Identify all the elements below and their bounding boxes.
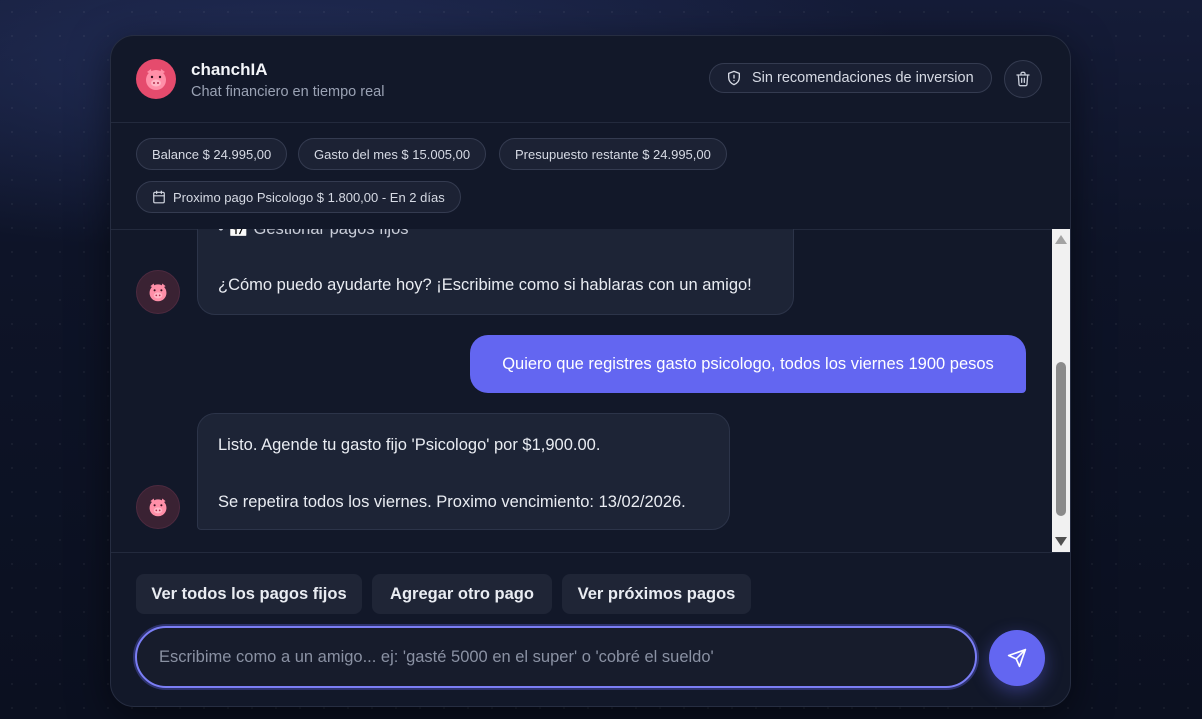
disclaimer-text: Sin recomendaciones de inversion [752, 70, 974, 86]
stats-bar: Balance $ 24.995,00 Gasto del mes $ 15.0… [111, 123, 1070, 230]
bot-avatar [136, 270, 180, 314]
message-text: • 📅 Gestionar pagos fijos [218, 229, 409, 238]
message-text: Quiero que registres gasto psicologo, to… [502, 354, 994, 373]
chat-scrollbar[interactable] [1052, 229, 1070, 552]
send-button[interactable] [989, 630, 1045, 686]
quick-reply-view-all-button[interactable]: Ver todos los pagos fijos [136, 574, 362, 614]
calendar-icon [152, 190, 166, 204]
bot-avatar [136, 485, 180, 529]
chat-header: chanchIA Chat financiero en tiempo real … [111, 36, 1070, 123]
balance-chip: Balance $ 24.995,00 [136, 138, 288, 170]
message-input[interactable] [135, 626, 977, 688]
pig-icon [146, 496, 170, 518]
bot-message: Listo. Agende tu gasto fijo 'Psicologo' … [197, 413, 730, 530]
quick-reply-add-other-button[interactable]: Agregar otro pago [372, 574, 552, 614]
scroll-down-arrow-icon[interactable] [1055, 537, 1067, 546]
message-list[interactable]: • 📅 Gestionar pagos fijos ¿Cómo puedo ay… [111, 229, 1052, 552]
message-text: ¿Cómo puedo ayudarte hoy? ¡Escribime com… [218, 276, 752, 294]
app-subtitle: Chat financiero en tiempo real [191, 84, 385, 100]
user-message: Quiero que registres gasto psicologo, to… [470, 335, 1026, 393]
bot-message: • 📅 Gestionar pagos fijos ¿Cómo puedo ay… [197, 229, 794, 315]
trash-icon [1015, 71, 1031, 87]
divider [111, 552, 1070, 553]
scrollbar-thumb[interactable] [1056, 362, 1066, 516]
pig-icon [146, 281, 170, 303]
shield-icon [726, 70, 742, 86]
next-payment-chip: Proximo pago Psicologo $ 1.800,00 - En 2… [136, 181, 461, 213]
clear-chat-button[interactable] [1004, 60, 1042, 98]
message-text: Se repetira todos los viernes. Proximo v… [218, 493, 686, 511]
disclaimer-badge: Sin recomendaciones de inversion [709, 63, 992, 93]
message-text: Listo. Agende tu gasto fijo 'Psicologo' … [218, 436, 601, 454]
app-title: chanchIA [191, 60, 268, 79]
send-icon [1007, 648, 1027, 668]
pig-logo-icon [136, 59, 176, 99]
next-payment-text: Proximo pago Psicologo $ 1.800,00 - En 2… [173, 189, 445, 205]
remaining-budget-chip: Presupuesto restante $ 24.995,00 [499, 138, 727, 170]
quick-reply-upcoming-button[interactable]: Ver próximos pagos [562, 574, 751, 614]
month-spend-chip: Gasto del mes $ 15.005,00 [298, 138, 487, 170]
chat-window: chanchIA Chat financiero en tiempo real … [110, 35, 1071, 707]
scroll-up-arrow-icon[interactable] [1055, 235, 1067, 244]
